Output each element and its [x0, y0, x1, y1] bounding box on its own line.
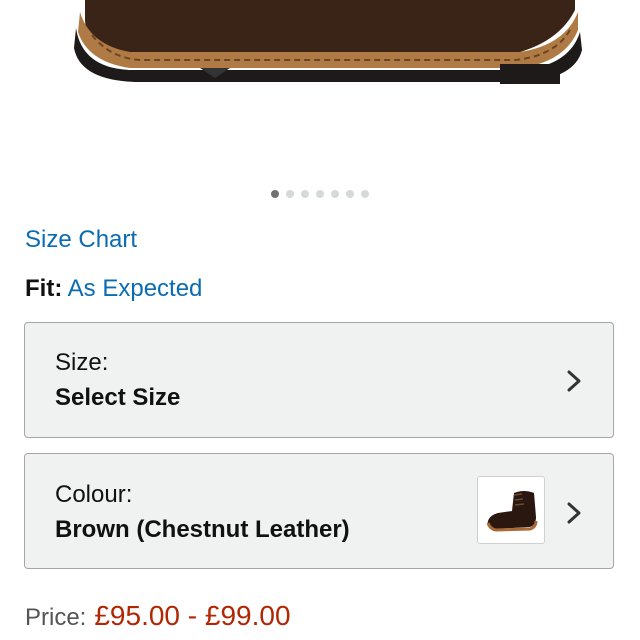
size-chart-link[interactable]: Size Chart [25, 226, 137, 254]
colour-selector[interactable]: Colour: Brown (Chestnut Leather) [24, 453, 614, 569]
carousel-indicator [0, 190, 640, 198]
colour-value: Brown (Chestnut Leather) [55, 516, 350, 543]
carousel-dot[interactable] [331, 190, 339, 198]
size-selector[interactable]: Size: Select Size [24, 322, 614, 438]
colour-label: Colour: [55, 481, 133, 508]
fit-value-link[interactable]: As Expected [68, 275, 203, 302]
colour-swatch-thumbnail [477, 476, 545, 544]
fit-row: Fit: As Expected [25, 275, 202, 303]
price-value: £95.00 - £99.00 [94, 600, 291, 631]
price-row: Price: £95.00 - £99.00 [25, 600, 291, 632]
fit-label: Fit: [25, 275, 63, 302]
chevron-right-icon [567, 370, 581, 392]
carousel-dot[interactable] [361, 190, 369, 198]
carousel-dot-active[interactable] [271, 190, 279, 198]
product-image[interactable] [0, 0, 640, 180]
chevron-right-icon [567, 502, 581, 524]
price-label: Price: [25, 604, 87, 631]
carousel-dot[interactable] [316, 190, 324, 198]
boot-thumbnail-icon [486, 491, 538, 532]
size-label: Size: [55, 349, 109, 376]
size-value: Select Size [55, 384, 181, 411]
carousel-dot[interactable] [346, 190, 354, 198]
carousel-dot[interactable] [301, 190, 309, 198]
carousel-dot[interactable] [286, 190, 294, 198]
